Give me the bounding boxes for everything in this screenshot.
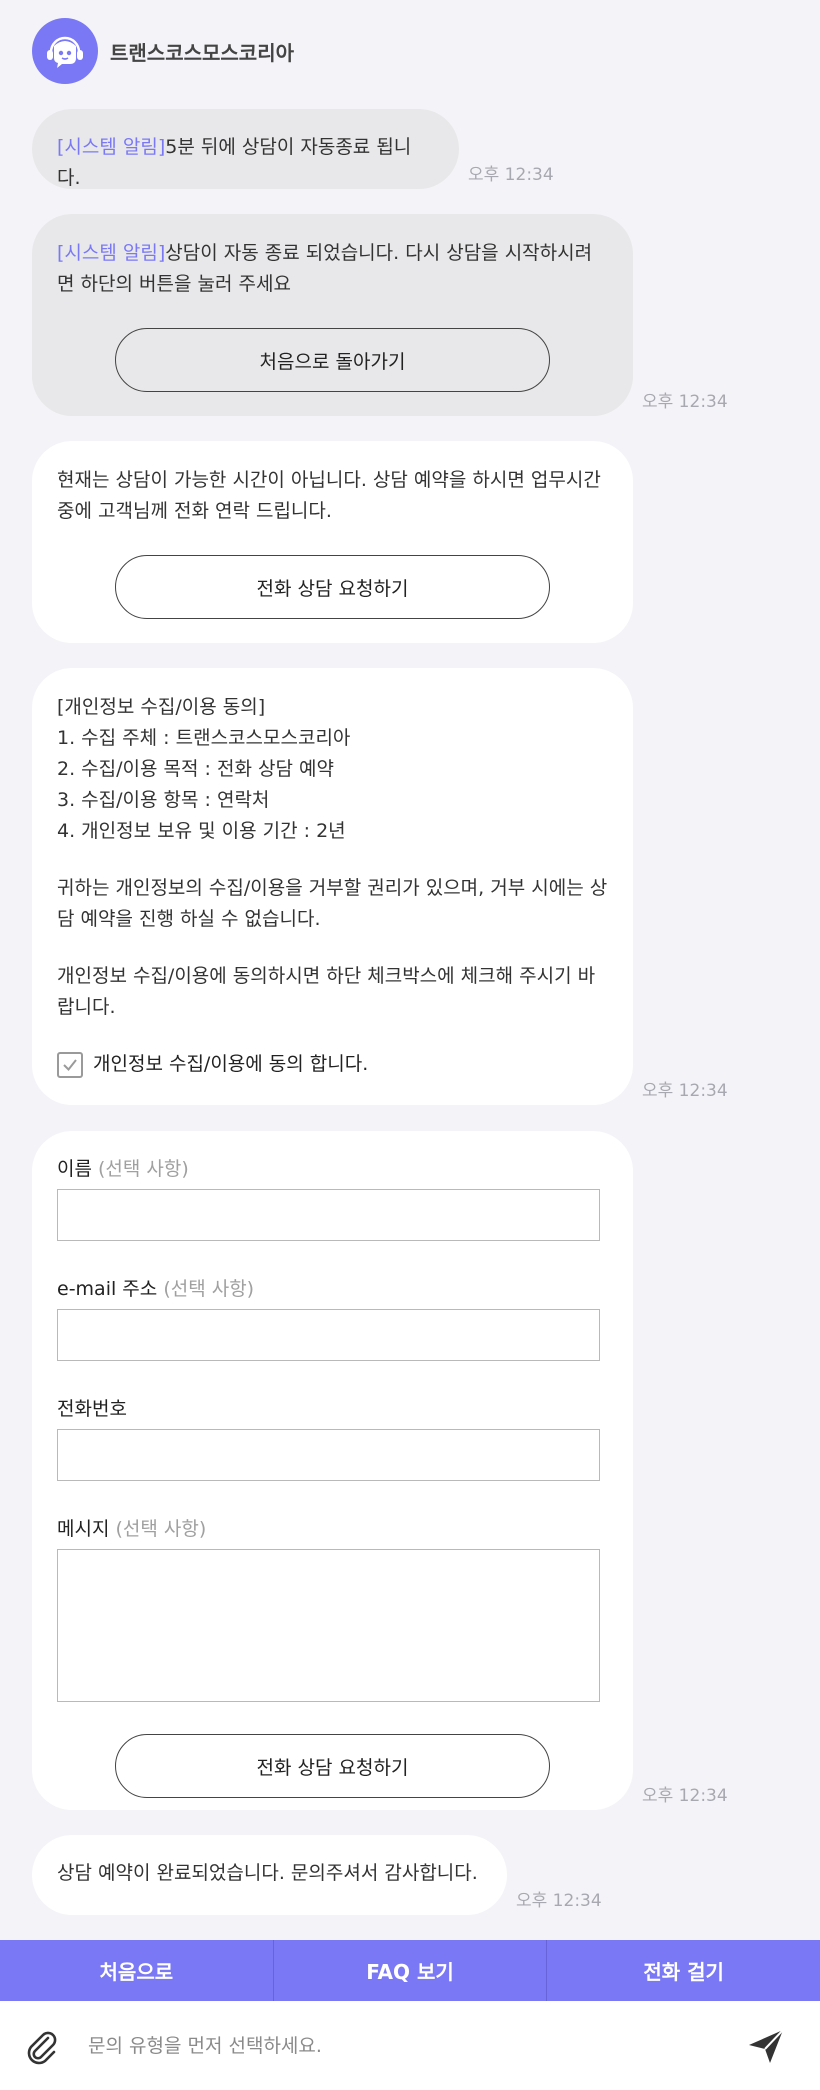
phone-field-label: 전화번호: [57, 1398, 127, 1420]
message-field[interactable]: [57, 1549, 600, 1702]
email-field[interactable]: [57, 1309, 600, 1361]
message-call-request-form: 이름 (선택 사항) e-mail 주소 (선택 사항) 전화번호 메시지 (선…: [32, 1131, 728, 1810]
phone-field[interactable]: [57, 1429, 600, 1481]
message-time: 오후 12:34: [468, 165, 554, 185]
message-text: 현재는 상담이 가능한 시간이 아닙니다. 상담 예약을 하시면 업무시간 중에…: [57, 469, 601, 522]
consent-checkbox-row[interactable]: 개인정보 수집/이용에 동의 합니다.: [57, 1049, 608, 1080]
message-field-label: 메시지 (선택 사항): [57, 1518, 207, 1540]
name-field-group: 이름 (선택 사항): [57, 1157, 608, 1241]
bot-name: 트랜스코스모스코리아: [110, 40, 294, 65]
consent-checkbox[interactable]: [57, 1051, 83, 1078]
faq-button[interactable]: FAQ 보기: [274, 1940, 548, 2001]
message-input[interactable]: [88, 2020, 746, 2071]
message-reservation-complete: 상담 예약이 완료되었습니다. 문의주셔서 감사합니다. 오후 12:34: [32, 1835, 602, 1915]
consent-item: 4. 개인정보 보유 및 이용 기간 : 2년: [57, 820, 346, 842]
email-field-label: e-mail 주소 (선택 사항): [57, 1278, 255, 1300]
check-icon: [63, 1058, 77, 1071]
system-tag: [시스템 알림]: [57, 136, 166, 158]
back-to-start-button[interactable]: 처음으로 돌아가기: [115, 328, 550, 392]
consent-item: 2. 수집/이용 목적 : 전화 상담 예약: [57, 758, 334, 780]
message-composer: [0, 2001, 820, 2090]
submit-call-request-button[interactable]: 전화 상담 요청하기: [115, 1734, 550, 1798]
message-system-warning: [시스템 알림]5분 뒤에 상담이 자동종료 됩니다. 오후 12:34: [32, 109, 554, 189]
message-privacy-consent: [개인정보 수집/이용 동의] 1. 수집 주체 : 트랜스코스모스코리아 2.…: [32, 668, 728, 1105]
request-call-button[interactable]: 전화 상담 요청하기: [115, 555, 550, 619]
message-bubble: 상담 예약이 완료되었습니다. 문의주셔서 감사합니다.: [32, 1835, 507, 1915]
consent-title: [개인정보 수집/이용 동의]: [57, 696, 266, 718]
message-bubble: [개인정보 수집/이용 동의] 1. 수집 주체 : 트랜스코스모스코리아 2.…: [32, 668, 633, 1105]
consent-item: 1. 수집 주체 : 트랜스코스모스코리아: [57, 727, 351, 749]
message-bubble: 현재는 상담이 가능한 시간이 아닙니다. 상담 예약을 하시면 업무시간 중에…: [32, 441, 633, 643]
message-off-hours: 현재는 상담이 가능한 시간이 아닙니다. 상담 예약을 하시면 업무시간 중에…: [32, 441, 633, 643]
consent-item: 3. 수집/이용 항목 : 연락처: [57, 789, 270, 811]
name-field-label: 이름 (선택 사항): [57, 1158, 189, 1180]
send-icon[interactable]: [746, 2026, 786, 2066]
home-button[interactable]: 처음으로: [0, 1940, 274, 2001]
paperclip-icon[interactable]: [22, 2026, 62, 2066]
message-bubble: 이름 (선택 사항) e-mail 주소 (선택 사항) 전화번호 메시지 (선…: [32, 1131, 633, 1810]
chatbot-headset-icon: [32, 18, 98, 84]
consent-paragraph: 귀하는 개인정보의 수집/이용을 거부할 권리가 있으며, 거부 시에는 상담 …: [57, 877, 608, 930]
consent-paragraph: 개인정보 수집/이용에 동의하시면 하단 체크박스에 체크해 주시기 바랍니다.: [57, 965, 596, 1018]
consent-checkbox-label: 개인정보 수집/이용에 동의 합니다.: [93, 1053, 369, 1075]
message-session-ended: [시스템 알림]상담이 자동 종료 되었습니다. 다시 상담을 시작하시려면 하…: [32, 214, 728, 416]
message-bubble: [시스템 알림]상담이 자동 종료 되었습니다. 다시 상담을 시작하시려면 하…: [32, 214, 633, 416]
message-text: 상담 예약이 완료되었습니다. 문의주셔서 감사합니다.: [57, 1862, 478, 1884]
message-time: 오후 12:34: [642, 1081, 728, 1101]
system-tag: [시스템 알림]: [57, 242, 166, 264]
chat-header: 트랜스코스모스코리아: [32, 18, 294, 84]
message-time: 오후 12:34: [516, 1891, 602, 1911]
call-button[interactable]: 전화 걸기: [547, 1940, 820, 2001]
name-field[interactable]: [57, 1189, 600, 1241]
phone-field-group: 전화번호: [57, 1397, 608, 1481]
email-field-group: e-mail 주소 (선택 사항): [57, 1277, 608, 1361]
message-time: 오후 12:34: [642, 392, 728, 412]
message-field-group: 메시지 (선택 사항): [57, 1517, 608, 1702]
message-bubble: [시스템 알림]5분 뒤에 상담이 자동종료 됩니다.: [32, 109, 459, 189]
bottom-nav: 처음으로 FAQ 보기 전화 걸기: [0, 1940, 820, 2001]
message-time: 오후 12:34: [642, 1786, 728, 1806]
